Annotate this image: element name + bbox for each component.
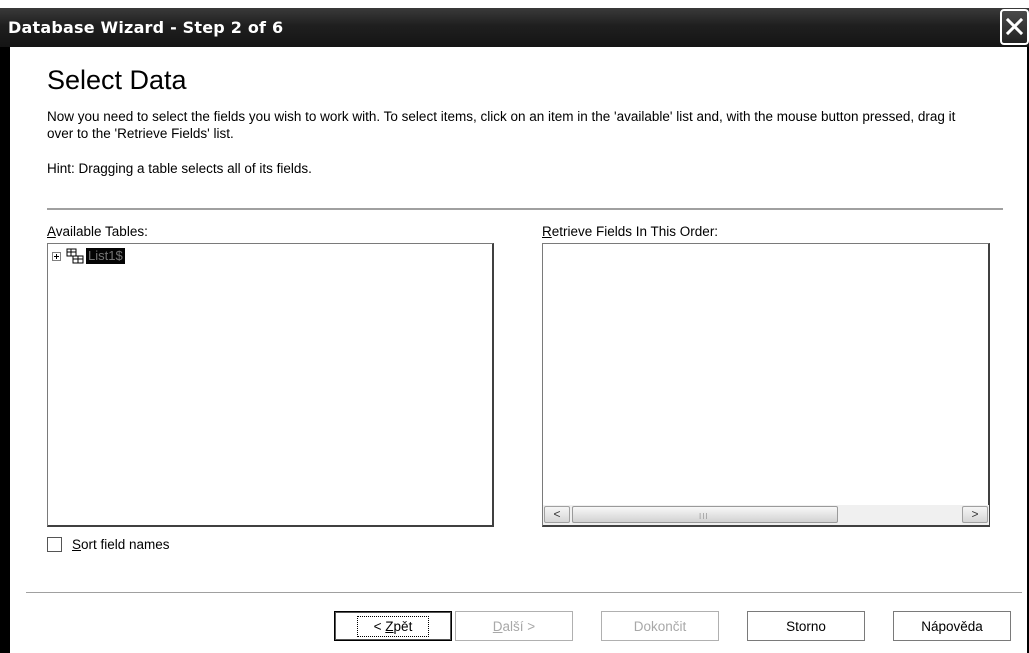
cancel-button[interactable]: Storno	[747, 611, 865, 641]
horizontal-scrollbar[interactable]: < III >	[543, 505, 989, 525]
window-title: Database Wizard - Step 2 of 6	[8, 18, 284, 37]
window-frame-left	[0, 47, 10, 653]
sort-field-names-option[interactable]: Sort field names	[47, 537, 170, 552]
back-button[interactable]: < Zpět	[334, 611, 452, 641]
finish-button-label: Dokončit	[633, 618, 687, 634]
scroll-grip: III	[699, 512, 709, 521]
table-icon	[66, 248, 84, 264]
available-tables-tree[interactable]: List1$	[47, 243, 494, 527]
title-bar[interactable]: Database Wizard - Step 2 of 6	[0, 8, 1029, 47]
sort-field-names-label: Sort field names	[72, 537, 170, 552]
tree-item-label: List1$	[86, 248, 125, 264]
page-hint: Hint: Dragging a table selects all of it…	[47, 161, 312, 176]
help-button-label: Nápověda	[921, 618, 983, 634]
sort-field-names-checkbox[interactable]	[47, 537, 62, 552]
page-description: Now you need to select the fields you wi…	[47, 109, 956, 141]
available-tables-label: Available Tables:	[47, 224, 148, 239]
wizard-content: Select Data Now you need to select the f…	[10, 47, 1027, 653]
retrieve-fields-list[interactable]: < III >	[542, 243, 990, 527]
back-button-label: < Zpět	[356, 615, 430, 637]
tree-item-list1[interactable]: List1$	[52, 247, 125, 265]
scroll-right-button[interactable]: >	[962, 506, 988, 523]
next-button-label: Další >	[492, 618, 536, 634]
footer-divider	[26, 592, 1022, 594]
page-title: Select Data	[47, 65, 187, 95]
close-button[interactable]	[1000, 9, 1029, 45]
retrieve-fields-label: Retrieve Fields In This Order:	[542, 224, 719, 239]
help-button[interactable]: Nápověda	[893, 611, 1011, 641]
next-button[interactable]: Další >	[455, 611, 573, 641]
finish-button[interactable]: Dokončit	[601, 611, 719, 641]
cancel-button-label: Storno	[786, 618, 826, 634]
close-icon	[1005, 17, 1024, 36]
header-divider	[47, 208, 1003, 211]
scroll-thumb[interactable]: III	[572, 506, 838, 523]
expand-plus-icon[interactable]	[52, 251, 61, 261]
scroll-left-button[interactable]: <	[544, 506, 570, 523]
